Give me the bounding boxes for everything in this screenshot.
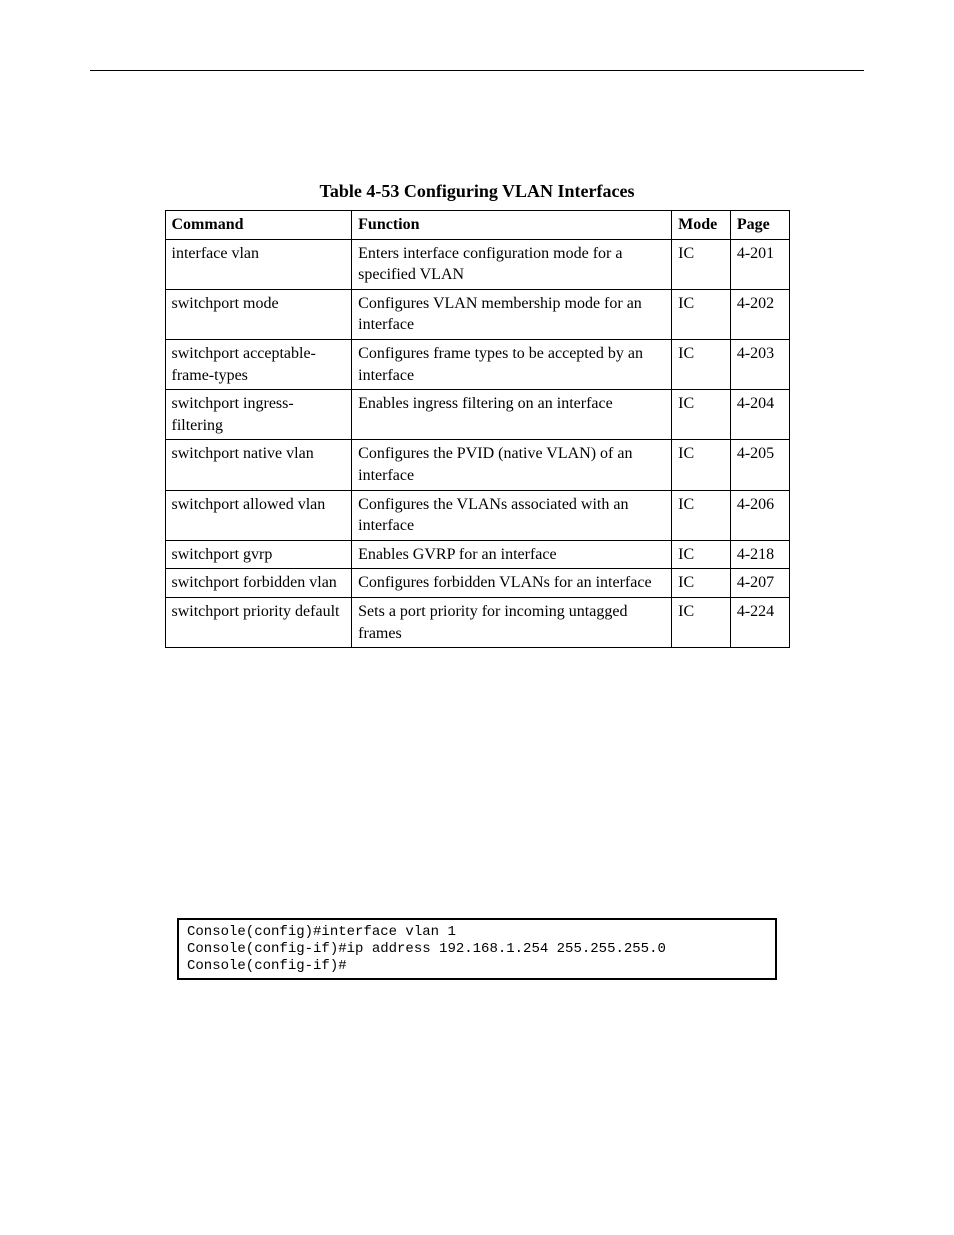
cell-page: 4-202 xyxy=(730,289,789,339)
cell-mode: IC xyxy=(672,490,731,540)
header-rule xyxy=(90,70,864,71)
header-command: Command xyxy=(165,211,352,240)
cell-command: switchport priority default xyxy=(165,597,352,647)
cell-command: interface vlan xyxy=(165,239,352,289)
cell-function: Configures VLAN membership mode for an i… xyxy=(352,289,672,339)
console-output: Console(config)#interface vlan 1 Console… xyxy=(177,918,777,980)
header-page: Page xyxy=(730,211,789,240)
cell-mode: IC xyxy=(672,289,731,339)
cell-mode: IC xyxy=(672,339,731,389)
cell-page: 4-218 xyxy=(730,540,789,569)
cell-mode: IC xyxy=(672,597,731,647)
table-row: switchport mode Configures VLAN membersh… xyxy=(165,289,789,339)
table-caption: Table 4-53 Configuring VLAN Interfaces xyxy=(0,181,954,202)
cell-mode: IC xyxy=(672,569,731,598)
cell-mode: IC xyxy=(672,390,731,440)
table-row: switchport acceptable-frame-types Config… xyxy=(165,339,789,389)
cell-page: 4-224 xyxy=(730,597,789,647)
cell-function: Configures frame types to be accepted by… xyxy=(352,339,672,389)
table-row: switchport priority default Sets a port … xyxy=(165,597,789,647)
table-row: switchport forbidden vlan Configures for… xyxy=(165,569,789,598)
cell-command: switchport native vlan xyxy=(165,440,352,490)
cell-page: 4-207 xyxy=(730,569,789,598)
header-function: Function xyxy=(352,211,672,240)
cell-function: Configures the VLANs associated with an … xyxy=(352,490,672,540)
header-mode: Mode xyxy=(672,211,731,240)
cell-command: switchport acceptable-frame-types xyxy=(165,339,352,389)
table-row: interface vlan Enters interface configur… xyxy=(165,239,789,289)
cell-page: 4-205 xyxy=(730,440,789,490)
table-row: switchport allowed vlan Configures the V… xyxy=(165,490,789,540)
cell-command: switchport allowed vlan xyxy=(165,490,352,540)
cell-page: 4-206 xyxy=(730,490,789,540)
cell-function: Configures the PVID (native VLAN) of an … xyxy=(352,440,672,490)
cell-function: Sets a port priority for incoming untagg… xyxy=(352,597,672,647)
table-row: switchport gvrp Enables GVRP for an inte… xyxy=(165,540,789,569)
table-row: switchport native vlan Configures the PV… xyxy=(165,440,789,490)
cell-command: switchport mode xyxy=(165,289,352,339)
vlan-commands-table: Command Function Mode Page interface vla… xyxy=(165,210,790,648)
table-row: switchport ingress-filtering Enables ing… xyxy=(165,390,789,440)
cell-function: Enables ingress filtering on an interfac… xyxy=(352,390,672,440)
cell-function: Enters interface configuration mode for … xyxy=(352,239,672,289)
cell-mode: IC xyxy=(672,440,731,490)
table-header-row: Command Function Mode Page xyxy=(165,211,789,240)
cell-page: 4-204 xyxy=(730,390,789,440)
cell-command: switchport ingress-filtering xyxy=(165,390,352,440)
cell-command: switchport gvrp xyxy=(165,540,352,569)
cell-mode: IC xyxy=(672,540,731,569)
cell-command: switchport forbidden vlan xyxy=(165,569,352,598)
cell-function: Enables GVRP for an interface xyxy=(352,540,672,569)
cell-function: Configures forbidden VLANs for an interf… xyxy=(352,569,672,598)
cell-mode: IC xyxy=(672,239,731,289)
cell-page: 4-203 xyxy=(730,339,789,389)
cell-page: 4-201 xyxy=(730,239,789,289)
